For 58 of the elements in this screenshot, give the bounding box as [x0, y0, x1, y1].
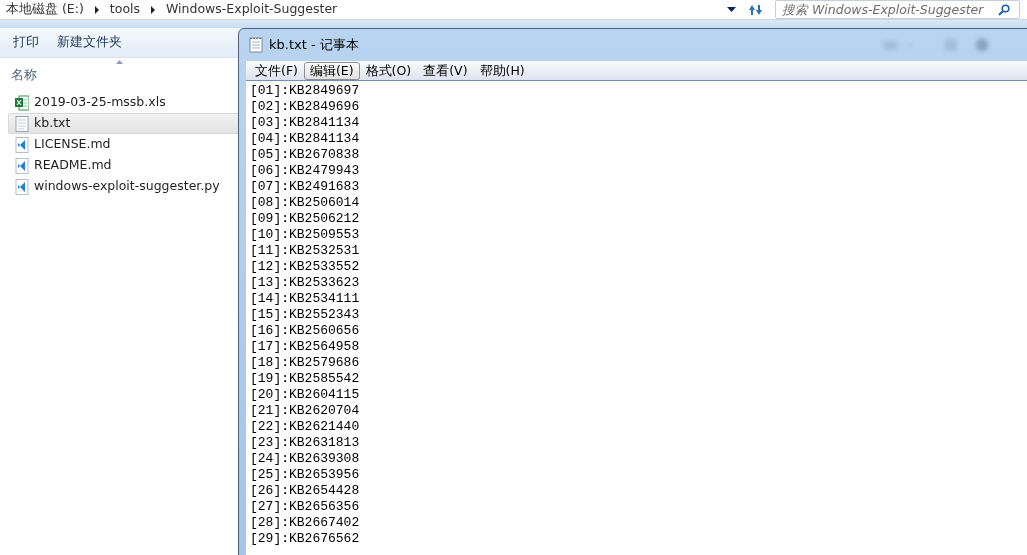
- menu-item[interactable]: 格式(O): [359, 61, 418, 80]
- text-line: [18]:KB2579686: [250, 355, 361, 371]
- file-row[interactable]: README.md: [8, 155, 240, 176]
- text-line: [28]:KB2667402: [250, 515, 361, 531]
- file-name: LICENSE.md: [34, 135, 111, 154]
- text-line: [13]:KB2533623: [250, 275, 361, 291]
- text-line: [20]:KB2604115: [250, 387, 361, 403]
- text-line: [19]:KB2585542: [250, 371, 361, 387]
- window-title: kb.txt - 记事本: [269, 36, 359, 55]
- menu-item[interactable]: 帮助(H): [473, 61, 531, 80]
- file-name: README.md: [34, 156, 112, 175]
- text-line: [01]:KB2849697: [250, 83, 361, 99]
- file-row[interactable]: 2019-03-25-mssb.xls: [8, 92, 240, 113]
- breadcrumb-item[interactable]: tools: [109, 0, 141, 19]
- search-field[interactable]: 搜索 Windows-Exploit-Suggester: [775, 0, 1020, 19]
- text-line: [25]:KB2653956: [250, 467, 361, 483]
- file-row[interactable]: kb.txt: [8, 113, 240, 134]
- text-line: [09]:KB2506212: [250, 211, 361, 227]
- text-line: [06]:KB2479943: [250, 163, 361, 179]
- text-line: [05]:KB2670838: [250, 147, 361, 163]
- text-line: [17]:KB2564958: [250, 339, 361, 355]
- chevron-icon[interactable]: [150, 5, 157, 14]
- text-line: [24]:KB2639308: [250, 451, 361, 467]
- text-line: [16]:KB2560656: [250, 323, 361, 339]
- text-line: [29]:KB2676562: [250, 531, 361, 547]
- file-name: kb.txt: [34, 114, 71, 133]
- file-name: windows-exploit-suggester.py: [34, 177, 220, 196]
- text-line: [12]:KB2533552: [250, 259, 361, 275]
- menu-item[interactable]: 编辑(E): [303, 61, 360, 80]
- menu-item[interactable]: 查看(V): [417, 61, 474, 80]
- text-line: [27]:KB2656356: [250, 499, 361, 515]
- text-line: [03]:KB2841134: [250, 115, 361, 131]
- toolbar-button[interactable]: 新建文件夹: [48, 31, 131, 54]
- text-line: [22]:KB2621440: [250, 419, 361, 435]
- menu-item[interactable]: 文件(F): [249, 61, 304, 80]
- chevron-icon[interactable]: [93, 5, 100, 14]
- breadcrumb-item[interactable]: Windows-Exploit-Suggester: [166, 0, 338, 19]
- toolbar-button[interactable]: 打印: [4, 31, 48, 54]
- text-line: [02]:KB2849696: [250, 99, 361, 115]
- text-line: [11]:KB2532531: [250, 243, 361, 259]
- dropdown-arrow-icon[interactable]: [727, 7, 736, 12]
- text-line: [26]:KB2654428: [250, 483, 361, 499]
- file-row[interactable]: LICENSE.md: [8, 134, 240, 155]
- notepad-icon: [249, 37, 263, 53]
- file-row[interactable]: windows-exploit-suggester.py: [8, 176, 240, 197]
- breadcrumb-item[interactable]: 本地磁盘 (E:): [6, 0, 84, 19]
- file-name: 2019-03-25-mssb.xls: [34, 93, 166, 112]
- sort-arrow-icon: [116, 60, 123, 64]
- text-line: [14]:KB2534111: [250, 291, 361, 307]
- text-line: [15]:KB2552343: [250, 307, 361, 323]
- text-line: [10]:KB2509553: [250, 227, 361, 243]
- text-line: [08]:KB2506014: [250, 195, 361, 211]
- text-line: [04]:KB2841134: [250, 131, 361, 147]
- refresh-icon[interactable]: [748, 3, 763, 16]
- text-line: [21]:KB2620704: [250, 403, 361, 419]
- text-line: [23]:KB2631813: [250, 435, 361, 451]
- column-header[interactable]: 名称: [11, 66, 37, 84]
- text-line: [07]:KB2491683: [250, 179, 361, 195]
